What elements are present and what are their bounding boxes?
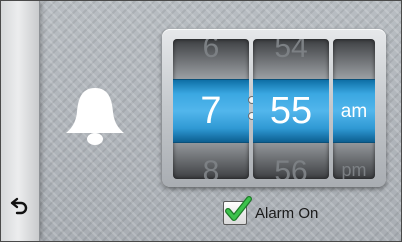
minute-previous: 54 — [274, 39, 308, 64]
hour-value: 7 — [200, 90, 222, 132]
alarm-screen: 6 7 8 54 55 56 am pm Alarm On — [0, 0, 402, 242]
alarm-on-toggle[interactable]: Alarm On — [223, 196, 319, 225]
meridiem-value: am — [340, 100, 368, 122]
minute-next: 56 — [274, 155, 308, 180]
meridiem-next: pm — [341, 160, 367, 179]
meridiem-selected-band: am — [333, 79, 375, 143]
time-picker: 6 7 8 54 55 56 am pm — [162, 29, 386, 187]
alarm-on-label: Alarm On — [255, 204, 319, 222]
back-arrow-icon — [9, 195, 31, 221]
minute-selected-band: 55 — [253, 79, 329, 143]
hour-wheel[interactable]: 6 7 8 — [173, 39, 249, 179]
bell-icon — [63, 86, 127, 148]
alarm-on-checkbox[interactable] — [223, 196, 252, 225]
minute-wheel[interactable]: 54 55 56 — [253, 39, 329, 179]
minute-value: 55 — [269, 90, 313, 132]
sidebar — [1, 1, 40, 241]
meridiem-wheel[interactable]: am pm — [333, 39, 375, 179]
back-button[interactable] — [6, 194, 34, 222]
hour-previous: 6 — [202, 39, 220, 64]
hour-next: 8 — [202, 155, 220, 180]
hour-selected-band: 7 — [173, 79, 249, 143]
